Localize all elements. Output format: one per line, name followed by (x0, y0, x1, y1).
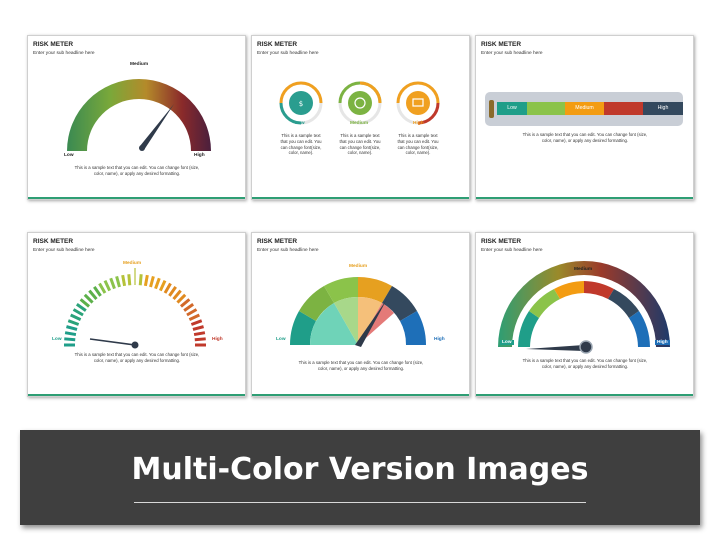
svg-text:$: $ (299, 100, 303, 108)
gauge-caption-low: This is a sample text that you can edit.… (280, 133, 322, 156)
piggy-bank-icon (348, 91, 372, 115)
slide-description: This is a sample text that you can edit.… (522, 358, 648, 369)
banner-underline (134, 502, 586, 503)
slide-thumbnail-4[interactable]: RISK METER Enter your sub headline here … (27, 232, 246, 397)
label-low: Low (64, 153, 74, 158)
bar-segment-2 (527, 102, 565, 115)
money-stack-icon (406, 91, 430, 115)
gauge-tick (188, 313, 200, 322)
gauge-tick (88, 289, 98, 301)
gauge-tick (194, 337, 206, 342)
gauge-tick (79, 298, 91, 308)
gauge-tick (176, 293, 187, 304)
title-banner: Multi-Color Version Images (20, 430, 700, 525)
label-low: Low (500, 340, 514, 345)
ring-gauge-medium (338, 81, 382, 125)
gauge-tick (183, 303, 195, 312)
gauge-tick (179, 298, 191, 308)
gauge-tick (70, 313, 82, 322)
gauge-tick (66, 325, 78, 331)
gauge-tick (64, 337, 76, 342)
bar-segment-4 (604, 102, 643, 115)
gauge-tick (98, 282, 107, 294)
slide-thumbnail-6[interactable]: RISK METER Enter your sub headline here … (475, 232, 694, 397)
slide-description: This is a sample text that you can edit.… (298, 360, 424, 371)
gauge-tick (103, 280, 112, 292)
ring-gauge-high (396, 81, 440, 125)
bar-segment-high: High (643, 102, 683, 115)
label-medium: Medium (349, 264, 368, 269)
gauge-label-medium: Medium (350, 121, 369, 126)
slide-description: This is a sample text that you can edit.… (522, 132, 648, 143)
gauge-tick (64, 331, 77, 337)
slide-description: This is a sample text that you can edit.… (74, 352, 200, 363)
gauge-tick (172, 289, 182, 301)
label-high: High (212, 337, 223, 342)
slide-thumbnail-5[interactable]: RISK METER Enter your sub headline here … (251, 232, 470, 397)
gauge-tick (163, 282, 172, 294)
label-low: Low (52, 337, 62, 342)
gauge-arc (67, 79, 211, 151)
slide-thumbnail-2[interactable]: RISK METER Enter your sub headline here … (251, 35, 470, 200)
ring-gauge-low: $ (279, 81, 323, 125)
gauge-tick (168, 285, 177, 297)
slide-title: RISK METER (481, 41, 522, 48)
needle-hub (139, 145, 145, 151)
bar-segment-medium: Medium (565, 102, 604, 115)
gauge-tick (193, 331, 206, 337)
label-high: High (194, 153, 205, 158)
gauge-tick (72, 308, 84, 317)
gauge-label-low: Low (295, 121, 305, 126)
tick-gauge (64, 268, 206, 349)
layered-gauge (498, 261, 670, 354)
needle-hub (131, 341, 139, 349)
gauge-tick (158, 280, 167, 292)
gauge-tick (83, 293, 94, 304)
gauge-caption-high: This is a sample text that you can edit.… (397, 133, 439, 156)
label-medium: Medium (574, 267, 593, 272)
label-high: High (434, 337, 445, 342)
needle-hub (579, 340, 593, 354)
gauge-tick (121, 274, 127, 287)
gauge-tick (186, 308, 198, 317)
gauge-caption-medium: This is a sample text that you can edit.… (339, 133, 381, 156)
gauge-needle (526, 345, 584, 351)
bar-segment-low: Low (497, 102, 527, 115)
slide-thumbnail-1[interactable]: RISK METER Enter your sub headline here … (27, 35, 246, 200)
gauge-needle (89, 338, 136, 346)
slide-thumbnail-3[interactable]: RISK METER Enter your sub headline here … (475, 35, 694, 200)
banner-title: Multi-Color Version Images (131, 452, 589, 487)
gauge-tick (75, 303, 87, 312)
gauge-needle (140, 104, 174, 150)
gauge-tick (67, 319, 80, 326)
gauge-tick (109, 277, 116, 290)
gauge-tick (190, 319, 203, 326)
gauge-tick (127, 274, 132, 286)
segmented-risk-bar: Low Medium High (485, 92, 683, 126)
gauge-tick (93, 285, 102, 297)
slide-description: This is a sample text that you can edit.… (74, 165, 200, 176)
gauge-tick (192, 325, 204, 331)
label-high: High (655, 340, 670, 345)
label-medium: Medium (123, 261, 142, 266)
gauge-tick (154, 277, 161, 290)
gauge-tick (143, 274, 149, 287)
slide-subtitle: Enter your sub headline here (481, 51, 543, 56)
gauge-tick (138, 274, 143, 286)
gauge-tick (115, 276, 121, 288)
label-low: Low (276, 337, 286, 342)
gauge-label-high: High (413, 121, 424, 126)
gauge-tick (149, 276, 155, 288)
label-medium: Medium (130, 62, 149, 67)
